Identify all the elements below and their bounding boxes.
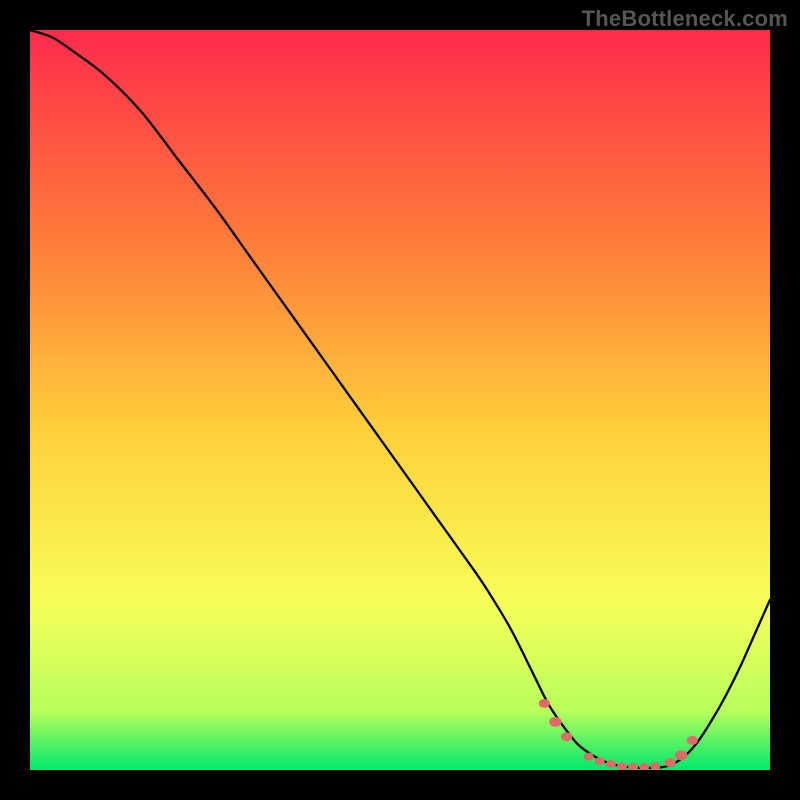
highlight-marker bbox=[549, 717, 562, 727]
chart-container: { "watermark": "TheBottleneck.com", "col… bbox=[0, 0, 800, 800]
highlight-marker bbox=[595, 757, 605, 765]
watermark-text: TheBottleneck.com bbox=[582, 6, 788, 32]
highlight-marker bbox=[650, 762, 660, 770]
plot-area bbox=[30, 30, 770, 770]
highlight-marker bbox=[539, 699, 550, 708]
highlight-marker bbox=[617, 762, 627, 770]
highlight-marker bbox=[584, 753, 594, 761]
gradient-background bbox=[30, 30, 770, 770]
highlight-marker bbox=[561, 732, 572, 741]
highlight-marker bbox=[664, 758, 675, 767]
highlight-marker bbox=[606, 760, 616, 768]
highlight-marker bbox=[675, 750, 688, 760]
chart-svg bbox=[30, 30, 770, 770]
highlight-marker bbox=[687, 736, 698, 745]
